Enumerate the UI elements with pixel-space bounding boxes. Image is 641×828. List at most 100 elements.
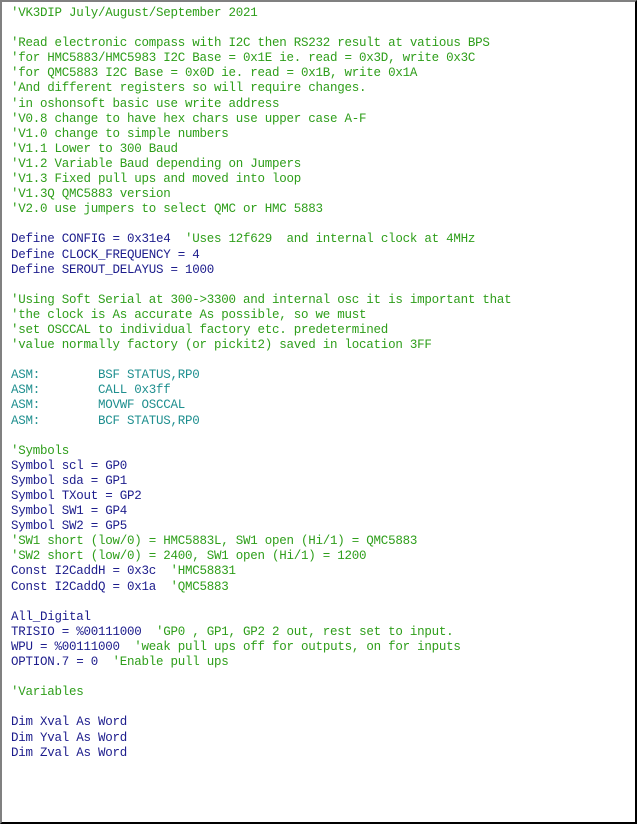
code-line[interactable]: 'V1.2 Variable Baud depending on Jumpers: [11, 157, 511, 172]
code-comment: 'weak pull ups off for outputs, on for i…: [134, 639, 461, 654]
code-comment: 'Variables: [11, 685, 84, 700]
code-line[interactable]: 'value normally factory (or pickit2) sav…: [11, 338, 511, 353]
code-comment: 'And different registers so will require…: [11, 81, 367, 96]
code-comment: 'V1.3Q QMC5883 version: [11, 187, 171, 202]
code-line[interactable]: OPTION.7 = 0 'Enable pull ups: [11, 655, 511, 670]
code-statement: Symbol TXout = GP2: [11, 489, 142, 503]
code-comment: 'the clock is As accurate As possible, s…: [11, 307, 367, 322]
code-statement: Symbol scl = GP0: [11, 458, 128, 473]
code-line[interactable]: 'VK3DIP July/August/September 2021: [11, 6, 511, 21]
code-statement: Define CONFIG = 0x31e4: [11, 232, 186, 247]
code-comment: 'QMC5883: [170, 579, 229, 594]
code-line[interactable]: Symbol SW1 = GP4: [11, 504, 511, 519]
code-comment: 'V2.0 use jumpers to select QMC or HMC 5…: [11, 202, 323, 217]
code-line[interactable]: ASM: BCF STATUS,RP0: [11, 414, 511, 429]
asm-statement: ASM: BSF STATUS,RP0: [11, 368, 200, 383]
code-statement: Dim Xval As Word: [11, 715, 128, 730]
code-statement: Symbol sda = GP1: [11, 473, 128, 488]
code-line[interactable]: ASM: MOVWF OSCCAL: [11, 398, 511, 413]
code-line[interactable]: WPU = %00111000 'weak pull ups off for o…: [11, 640, 511, 655]
code-line[interactable]: 'V1.3 Fixed pull ups and moved into loop: [11, 172, 511, 187]
code-statement: Dim Zval As Word: [11, 745, 128, 760]
code-line[interactable]: Define SEROUT_DELAYUS = 1000: [11, 263, 511, 278]
code-line[interactable]: Const I2CaddQ = 0x1a 'QMC5883: [11, 580, 511, 595]
code-comment: 'V1.0 change to simple numbers: [11, 126, 229, 141]
blank-line[interactable]: [11, 429, 511, 444]
code-comment: 'Read electronic compass with I2C then R…: [11, 36, 490, 51]
code-comment: 'V1.3 Fixed pull ups and moved into loop: [11, 172, 302, 187]
code-comment: 'GP0 , GP1, GP2 2 out, rest set to input…: [156, 624, 454, 639]
code-line[interactable]: 'the clock is As accurate As possible, s…: [11, 308, 511, 323]
code-line[interactable]: 'V2.0 use jumpers to select QMC or HMC 5…: [11, 202, 511, 217]
code-line[interactable]: Dim Xval As Word: [11, 715, 511, 730]
code-line[interactable]: 'SW2 short (low/0) = 2400, SW1 open (Hi/…: [11, 549, 511, 564]
code-statement: Define CLOCK_FREQUENCY = 4: [11, 247, 200, 262]
blank-line[interactable]: [11, 21, 511, 36]
code-line[interactable]: 'Variables: [11, 685, 511, 700]
code-comment: 'V1.2 Variable Baud depending on Jumpers: [11, 156, 302, 171]
code-line[interactable]: TRISIO = %00111000 'GP0 , GP1, GP2 2 out…: [11, 625, 511, 640]
code-statement: Define SEROUT_DELAYUS = 1000: [11, 262, 215, 277]
asm-statement: ASM: BCF STATUS,RP0: [11, 413, 200, 428]
blank-line[interactable]: [11, 700, 511, 715]
code-line[interactable]: Symbol TXout = GP2: [11, 489, 511, 504]
code-comment: 'for HMC5883/HMC5983 I2C Base = 0x1E ie.…: [11, 51, 476, 66]
code-statement: OPTION.7 = 0: [11, 655, 113, 670]
blank-line[interactable]: [11, 278, 511, 293]
code-comment: 'value normally factory (or pickit2) sav…: [11, 338, 432, 353]
code-comment: 'V0.8 change to have hex chars use upper…: [11, 111, 367, 126]
code-line[interactable]: 'V0.8 change to have hex chars use upper…: [11, 112, 511, 127]
code-comment: 'Using Soft Serial at 300->3300 and inte…: [11, 292, 512, 307]
code-comment: 'HMC58831: [170, 564, 237, 579]
code-statement: Dim Yval As Word: [11, 730, 128, 745]
blank-line[interactable]: [11, 217, 511, 232]
code-line[interactable]: 'in oshonsoft basic use write address: [11, 97, 511, 112]
code-line[interactable]: 'V1.1 Lower to 300 Baud: [11, 142, 511, 157]
code-statement: Const I2CaddQ = 0x1a: [11, 579, 171, 594]
code-comment: 'SW2 short (low/0) = 2400, SW1 open (Hi/…: [11, 549, 367, 564]
code-statement: Const I2CaddH = 0x3c: [11, 564, 171, 579]
code-comment: 'Enable pull ups: [112, 655, 229, 670]
code-line[interactable]: All_Digital: [11, 610, 511, 625]
code-line[interactable]: Define CONFIG = 0x31e4 'Uses 12f629 and …: [11, 232, 511, 247]
code-line[interactable]: 'Read electronic compass with I2C then R…: [11, 36, 511, 51]
code-statement: Symbol SW1 = GP4: [11, 504, 128, 519]
code-line[interactable]: Dim Yval As Word: [11, 731, 511, 746]
code-line[interactable]: 'V1.0 change to simple numbers: [11, 127, 511, 142]
code-line[interactable]: Dim Zval As Word: [11, 746, 511, 761]
asm-statement: ASM: CALL 0x3ff: [11, 383, 171, 398]
blank-line[interactable]: [11, 353, 511, 368]
code-statement: All_Digital: [11, 609, 91, 624]
code-line[interactable]: Symbol SW2 = GP5: [11, 519, 511, 534]
code-editor[interactable]: 'VK3DIP July/August/September 2021 'Read…: [0, 0, 637, 824]
code-line[interactable]: ASM: CALL 0x3ff: [11, 383, 511, 398]
code-comment: 'for QMC5883 I2C Base = 0x0D ie. read = …: [11, 66, 418, 81]
code-line[interactable]: Symbol sda = GP1: [11, 474, 511, 489]
code-line[interactable]: Const I2CaddH = 0x3c 'HMC58831: [11, 564, 511, 579]
asm-statement: ASM: MOVWF OSCCAL: [11, 398, 186, 413]
code-line[interactable]: ASM: BSF STATUS,RP0: [11, 368, 511, 383]
code-statement: Symbol SW2 = GP5: [11, 519, 128, 534]
code-line[interactable]: 'for QMC5883 I2C Base = 0x0D ie. read = …: [11, 66, 511, 81]
code-statement: WPU = %00111000: [11, 639, 135, 654]
code-line[interactable]: 'Using Soft Serial at 300->3300 and inte…: [11, 292, 512, 308]
code-line[interactable]: Define CLOCK_FREQUENCY = 4: [11, 248, 511, 263]
blank-line[interactable]: [11, 670, 511, 685]
code-comment: 'SW1 short (low/0) = HMC5883L, SW1 open …: [11, 534, 418, 549]
code-line[interactable]: 'SW1 short (low/0) = HMC5883L, SW1 open …: [11, 534, 511, 549]
code-line[interactable]: 'set OSCCAL to individual factory etc. p…: [11, 323, 511, 338]
code-line[interactable]: Symbol scl = GP0: [11, 459, 511, 474]
code-line[interactable]: 'Symbols: [11, 444, 511, 459]
code-comment: 'Symbols: [11, 443, 70, 458]
code-comment: 'in oshonsoft basic use write address: [11, 96, 280, 111]
code-comment: 'Uses 12f629 and internal clock at 4MHz: [185, 232, 476, 247]
code-comment: 'V1.1 Lower to 300 Baud: [11, 141, 178, 156]
code-comment: 'set OSCCAL to individual factory etc. p…: [11, 322, 389, 337]
code-statement: TRISIO = %00111000: [11, 624, 157, 639]
code-line[interactable]: 'And different registers so will require…: [11, 81, 511, 96]
code-line[interactable]: 'V1.3Q QMC5883 version: [11, 187, 511, 202]
code-text-area[interactable]: 'VK3DIP July/August/September 2021 'Read…: [11, 6, 512, 761]
code-comment: 'VK3DIP July/August/September 2021: [11, 6, 258, 20]
blank-line[interactable]: [11, 595, 511, 610]
code-line[interactable]: 'for HMC5883/HMC5983 I2C Base = 0x1E ie.…: [11, 51, 511, 66]
